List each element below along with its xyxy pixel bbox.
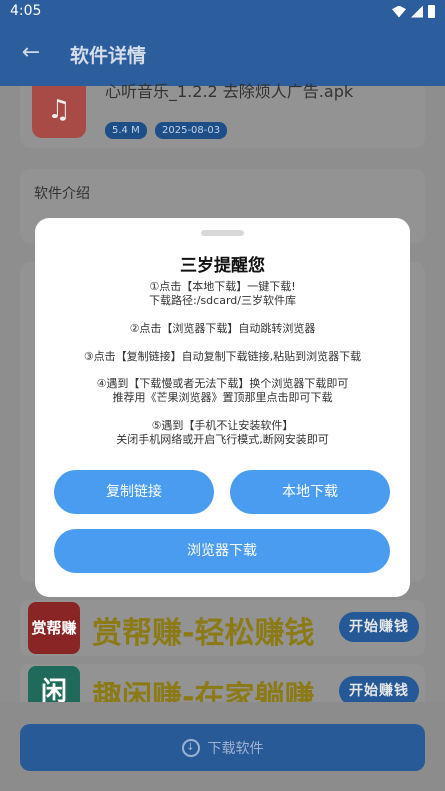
status-time: 4:05 xyxy=(10,3,42,19)
tip-text: ③点击【复制链接】自动复制下载链接,粘贴到浏览器下载 xyxy=(83,350,362,363)
ad-start-button[interactable]: 开始赚钱 xyxy=(339,612,419,642)
local-download-button[interactable]: 本地下载 xyxy=(230,470,390,514)
ad-text: 赏帮赚-轻松赚钱 xyxy=(92,616,315,651)
tip-text: ⑤遇到【手机不让安装软件】 xyxy=(151,419,294,432)
signal-icon xyxy=(411,5,423,18)
copy-link-button[interactable]: 复制链接 xyxy=(54,470,214,514)
status-icons xyxy=(392,5,435,18)
browser-download-button[interactable]: 浏览器下载 xyxy=(54,529,390,573)
tip-text: ①点击【本地下载】一键下载! xyxy=(149,280,296,293)
download-icon: ↓ xyxy=(181,738,200,757)
wifi-icon xyxy=(392,5,406,18)
status-bar: 4:05 xyxy=(0,0,445,24)
back-arrow-icon[interactable]: ← xyxy=(18,40,44,66)
app-info-card: ♫ 心听音乐_1.2.2 去除烦人广告.apk 5.4 M 2025-08-03 xyxy=(20,82,425,148)
app-filename: 心听音乐_1.2.2 去除烦人广告.apk xyxy=(105,82,354,101)
tip-text: ④遇到【下载慢或者无法下载】换个浏览器下载即可 xyxy=(96,377,349,390)
intro-title: 软件介绍 xyxy=(34,186,90,202)
download-tips-dialog: 三岁提醒您 ①点击【本地下载】一键下载! 下载路径:/sdcard/三岁软件库 … xyxy=(35,218,410,597)
music-app-icon: ♫ xyxy=(32,86,86,138)
size-badge: 5.4 M xyxy=(105,122,147,139)
tip-text: 关闭手机网络或开启飞行模式,断网安装即可 xyxy=(116,433,329,446)
download-label: 下载软件 xyxy=(207,740,264,757)
app-header: ← 软件详情 xyxy=(0,24,445,86)
battery-icon xyxy=(428,5,435,18)
tip-text: 推荐用《芒果浏览器》置顶那里点击即可下载 xyxy=(112,391,333,404)
ad-logo: 赏帮赚 xyxy=(28,602,80,654)
tip-text: ②点击【浏览器下载】自动跳转浏览器 xyxy=(129,322,316,335)
download-software-button[interactable]: ↓ 下载软件 xyxy=(20,724,425,771)
page-title: 软件详情 xyxy=(70,45,147,67)
bottom-bar: ↓ 下载软件 xyxy=(0,702,445,791)
date-badge: 2025-08-03 xyxy=(155,122,228,139)
drag-handle[interactable] xyxy=(201,230,244,236)
dialog-title: 三岁提醒您 xyxy=(180,256,265,276)
ad-banner[interactable]: 赏帮赚 赏帮赚-轻松赚钱 开始赚钱 xyxy=(20,600,425,656)
tip-text: 下载路径:/sdcard/三岁软件库 xyxy=(149,294,296,307)
